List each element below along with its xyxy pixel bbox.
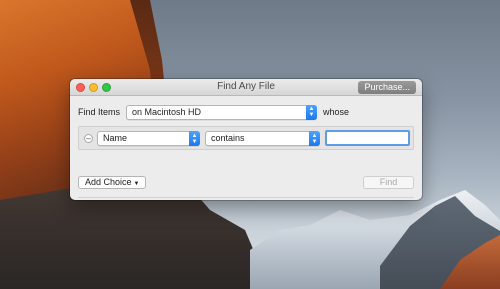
add-choice-button[interactable]: Add Choice ▼	[78, 176, 147, 189]
search-value-input[interactable]	[325, 130, 410, 146]
find-any-file-window: Find Any File Purchase... Find Items on …	[70, 79, 422, 200]
field-popup-value: Name	[103, 133, 128, 143]
popup-chevron-icon: ▲ ▼	[309, 131, 320, 146]
add-choice-label: Add Choice	[85, 177, 132, 187]
search-scope-row: Find Items on Macintosh HD ▲ ▼ whose	[78, 104, 414, 120]
field-popup[interactable]: Name ▲ ▼	[97, 131, 200, 146]
find-items-label: Find Items	[78, 107, 121, 117]
criteria-row: – Name ▲ ▼ contains ▲ ▼	[78, 126, 414, 150]
whose-label: whose	[323, 107, 350, 117]
find-button[interactable]: Find	[363, 176, 414, 189]
window-titlebar[interactable]: Find Any File Purchase...	[70, 79, 422, 96]
purchase-button[interactable]: Purchase...	[358, 81, 416, 94]
action-row: Add Choice ▼ Find	[78, 176, 414, 190]
location-popup[interactable]: on Macintosh HD ▲ ▼	[126, 104, 318, 120]
operator-popup-value: contains	[211, 133, 245, 143]
operator-popup[interactable]: contains ▲ ▼	[205, 131, 320, 146]
remove-criterion-button[interactable]: –	[84, 134, 93, 143]
popup-chevron-icon: ▲ ▼	[189, 131, 200, 146]
divider	[78, 197, 414, 198]
chevron-down-icon: ▼	[133, 181, 140, 187]
location-popup-value: on Macintosh HD	[132, 106, 202, 117]
popup-chevron-icon: ▲ ▼	[306, 104, 318, 120]
